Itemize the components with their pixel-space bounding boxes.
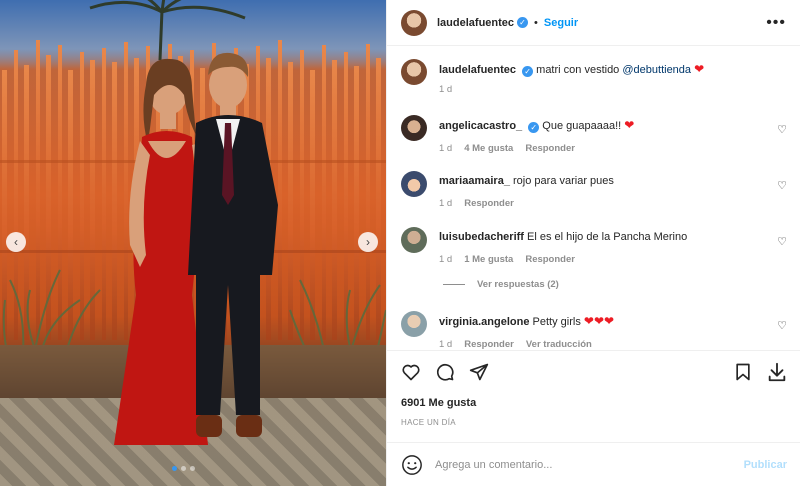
caption-text: laudelafuentec ✓ matri con vestido @debu… — [439, 62, 787, 78]
comment-meta: 1 d Responder — [439, 198, 787, 209]
comment-body: Petty girls — [532, 316, 581, 328]
bookmark-icon — [736, 363, 750, 380]
previous-photo-button[interactable]: ‹ — [6, 232, 26, 252]
like-button[interactable] — [399, 360, 423, 384]
follow-button[interactable]: Seguir — [544, 17, 578, 29]
publish-button[interactable]: Publicar — [744, 459, 787, 471]
caption-mention[interactable]: @debuttienda — [622, 64, 691, 76]
verified-badge-icon: ✓ — [528, 122, 540, 133]
post-timestamp: HACE UN DÍA — [401, 418, 456, 427]
comment-body: rojo para variar pues — [513, 175, 614, 187]
post-sidebar: laudelafuentec ✓ • Seguir ••• laudelafue… — [386, 0, 800, 486]
reply-button[interactable]: Responder — [464, 339, 514, 350]
post-photo[interactable]: ‹ › — [0, 0, 386, 486]
commenter-username[interactable]: luisubedacheriff — [439, 231, 524, 243]
author-username[interactable]: laudelafuentec — [437, 17, 514, 29]
comment-likes[interactable]: 4 Me gusta — [464, 143, 513, 154]
like-comment-heart-icon[interactable]: ♡ — [777, 179, 787, 192]
download-icon — [768, 362, 786, 381]
view-replies-button[interactable]: Ver respuestas (2) — [443, 279, 559, 290]
caption-time: 1 d — [439, 84, 453, 95]
carousel-dot — [190, 466, 195, 471]
carousel-indicator — [172, 466, 195, 471]
see-translation-button[interactable]: Ver traducción — [526, 339, 592, 350]
comments-list[interactable]: laudelafuentec ✓ matri con vestido @debu… — [387, 47, 800, 350]
caption-body: matri con vestido — [536, 64, 620, 76]
commenter-avatar[interactable] — [401, 115, 427, 141]
caption-author[interactable]: laudelafuentec — [439, 64, 516, 76]
comment-item: angelicacastro_ ✓ Que guapaaaa!! ❤ 1 d 4… — [401, 115, 787, 154]
comment-composer: Publicar — [387, 442, 800, 486]
save-button[interactable] — [731, 360, 755, 384]
separator-dot: • — [534, 16, 538, 29]
instagram-post-modal: ‹ › laudelafuentec ✓ • Seguir ••• laudel… — [0, 0, 800, 486]
comment-item: luisubedacheriff El es el hijo de la Pan… — [401, 227, 787, 265]
reply-button[interactable]: Responder — [464, 198, 514, 209]
next-photo-button[interactable]: › — [358, 232, 378, 252]
comment-body: El es el hijo de la Pancha Merino — [527, 231, 688, 243]
couple — [114, 52, 278, 445]
verified-badge-icon: ✓ — [522, 66, 534, 77]
comment-text: luisubedacheriff El es el hijo de la Pan… — [439, 230, 787, 245]
post-header: laudelafuentec ✓ • Seguir ••• — [387, 0, 800, 46]
comment-time: 1 d — [439, 339, 453, 350]
comment-text: angelicacastro_ ✓ Que guapaaaa!! ❤ — [439, 118, 787, 134]
commenter-avatar[interactable] — [401, 227, 427, 253]
comment-time: 1 d — [439, 198, 453, 209]
carousel-dot — [181, 466, 186, 471]
commenter-username[interactable]: virginia.angelone — [439, 316, 529, 328]
likes-count[interactable]: 6901 Me gusta — [401, 397, 476, 409]
author-avatar[interactable] — [401, 9, 427, 36]
reply-button[interactable]: Responder — [525, 143, 575, 154]
heart-icon — [402, 364, 420, 380]
comment-meta: 1 d 4 Me gusta Responder — [439, 143, 787, 154]
comment-time: 1 d — [439, 254, 453, 265]
paper-plane-icon — [469, 363, 489, 380]
view-replies-label: Ver respuestas (2) — [477, 279, 559, 290]
caption-meta: 1 d — [439, 84, 787, 95]
comment-bubble-icon — [436, 363, 454, 381]
comment-button[interactable] — [433, 360, 457, 384]
comment-text: mariaamaira_ rojo para variar pues — [439, 174, 787, 189]
download-button[interactable] — [765, 360, 789, 384]
emoji-icon[interactable] — [401, 454, 423, 476]
comment-input[interactable] — [435, 458, 744, 471]
commenter-avatar[interactable] — [401, 311, 427, 337]
verified-badge-icon: ✓ — [517, 17, 529, 28]
like-comment-heart-icon[interactable]: ♡ — [777, 123, 787, 136]
comment-text: virginia.angelone Petty girls ❤❤❤ — [439, 314, 787, 330]
share-button[interactable] — [467, 360, 491, 384]
commenter-username[interactable]: angelicacastro_ — [439, 120, 522, 132]
carousel-dot-active — [172, 466, 177, 471]
red-heart-emoji-icon: ❤ — [694, 62, 705, 76]
red-heart-emoji-icon: ❤ — [624, 118, 635, 132]
like-comment-heart-icon[interactable]: ♡ — [777, 235, 787, 248]
like-comment-heart-icon[interactable]: ♡ — [777, 319, 787, 332]
comment-time: 1 d — [439, 143, 453, 154]
comment-meta: 1 d 1 Me gusta Responder — [439, 254, 787, 265]
chevron-right-icon: › — [366, 235, 370, 249]
more-options-icon[interactable]: ••• — [766, 14, 786, 32]
comment-likes[interactable]: 1 Me gusta — [464, 254, 513, 265]
comment-item: mariaamaira_ rojo para variar pues 1 d R… — [401, 171, 787, 209]
caption: laudelafuentec ✓ matri con vestido @debu… — [401, 59, 787, 95]
commenter-avatar[interactable] — [401, 171, 427, 197]
reply-button[interactable]: Responder — [525, 254, 575, 265]
comment-body: Que guapaaaa!! — [542, 120, 622, 132]
action-bar — [387, 350, 800, 392]
chevron-left-icon: ‹ — [14, 235, 18, 249]
caption-avatar[interactable] — [401, 59, 427, 85]
replies-line — [443, 284, 465, 285]
red-heart-emoji-icon: ❤❤❤ — [583, 314, 615, 328]
comment-item: virginia.angelone Petty girls ❤❤❤ 1 d Re… — [401, 311, 787, 350]
comment-meta: 1 d Responder Ver traducción — [439, 339, 787, 350]
commenter-username[interactable]: mariaamaira_ — [439, 175, 510, 187]
